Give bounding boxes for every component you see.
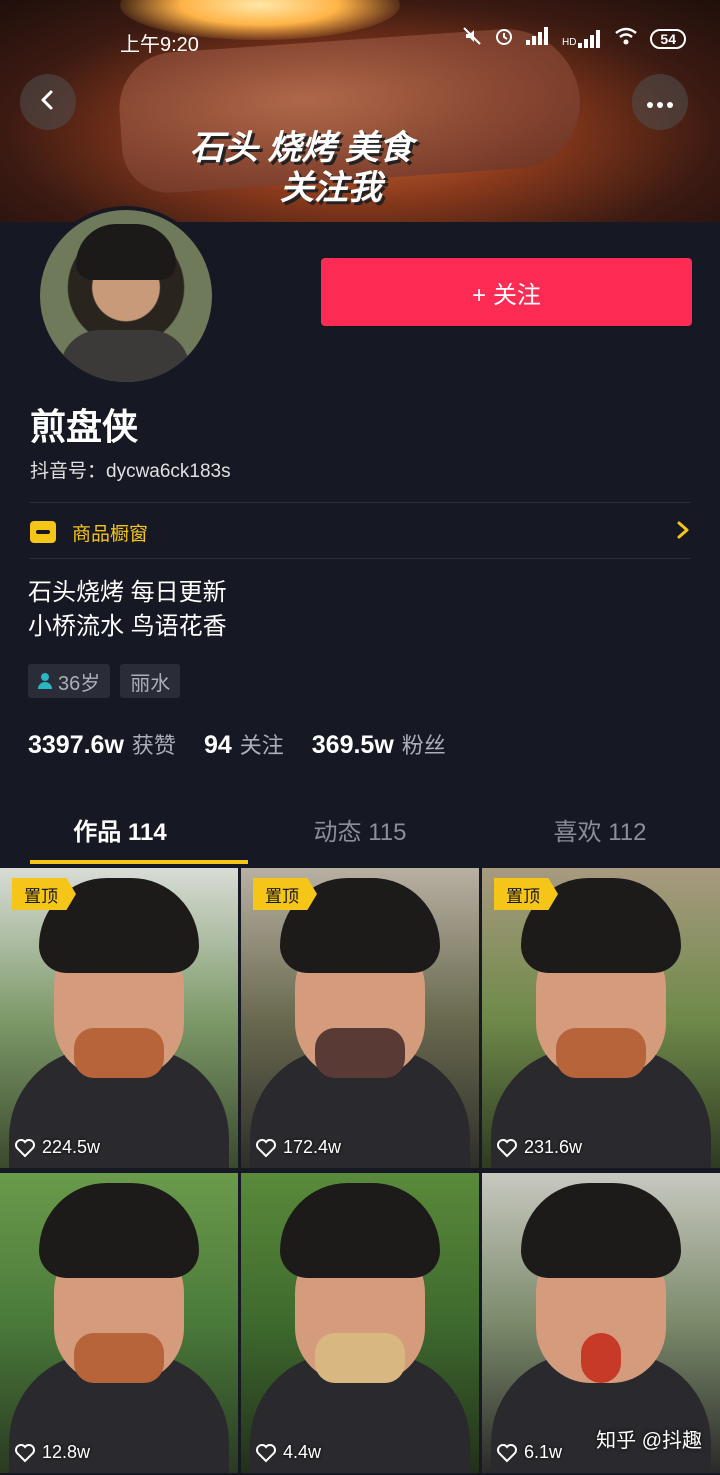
status-time: 上午9:20 <box>120 34 199 56</box>
likes-count: 224.5w <box>42 1137 101 1157</box>
more-dots-icon <box>646 89 674 115</box>
video-likes: 4.4w <box>255 1442 321 1463</box>
video-likes: 172.4w <box>255 1137 341 1158</box>
chevron-right-icon <box>676 519 690 545</box>
tab-likes[interactable]: 喜欢 112 <box>480 808 720 864</box>
heart-icon <box>256 1138 276 1157</box>
video-likes: 6.1w <box>496 1442 562 1463</box>
active-tab-indicator <box>30 860 248 864</box>
heart-icon <box>497 1443 517 1462</box>
location-value: 丽水 <box>130 672 171 695</box>
chevron-left-icon <box>37 89 59 116</box>
banner-line-1: 石头 烧烤 美食 <box>190 129 413 167</box>
heart-icon <box>256 1443 276 1462</box>
follow-button[interactable]: + 关注 <box>321 258 692 326</box>
thumbnail-food <box>315 1333 405 1383</box>
profile-tags: 36岁 丽水 <box>28 664 181 698</box>
tab-activity[interactable]: 动态 115 <box>240 808 480 864</box>
douyin-id: 抖音号：dycwa6ck183s <box>30 461 231 482</box>
avatar[interactable] <box>36 206 216 386</box>
watermark: 知乎 @抖趣 <box>596 1430 702 1452</box>
thumbnail-food <box>74 1028 164 1078</box>
profile-name: 煎盘侠 <box>30 406 139 447</box>
status-icons: HD 54 <box>462 26 686 51</box>
more-options-button[interactable] <box>632 74 688 130</box>
followers-label[interactable]: 粉丝 <box>402 728 446 760</box>
wifi-icon <box>614 27 638 50</box>
location-tag: 丽水 <box>120 664 181 698</box>
likes-label: 获赞 <box>131 733 176 758</box>
video-thumbnail[interactable]: 4.4w <box>241 1173 479 1473</box>
video-thumbnail[interactable]: 置顶 231.6w <box>482 868 720 1168</box>
video-grid: 置顶 224.5w 置顶 172.4w 置顶 231.6w 12.8w 4.4w… <box>0 868 720 1473</box>
content-tabs: 作品 114 动态 115 喜欢 112 <box>0 808 720 864</box>
age-tag: 36岁 <box>28 664 111 698</box>
video-thumbnail[interactable]: 置顶 172.4w <box>241 868 479 1168</box>
likes-count: 6.1w <box>524 1442 563 1462</box>
back-button[interactable] <box>20 74 76 130</box>
alarm-icon <box>494 26 514 51</box>
followers-count[interactable]: 369.5w <box>312 731 394 760</box>
heart-icon <box>15 1443 35 1462</box>
thumbnail-food <box>556 1028 646 1078</box>
profile-bio: 石头烧烤 每日更新 小桥流水 鸟语花香 <box>28 576 227 644</box>
shop-icon <box>30 521 56 543</box>
video-thumbnail[interactable]: 置顶 224.5w <box>0 868 238 1168</box>
heart-icon <box>497 1138 517 1157</box>
pinned-badge: 置顶 <box>12 878 76 910</box>
signal-icon <box>525 27 550 50</box>
banner-line-2: 关注我 <box>280 169 382 207</box>
tab-works[interactable]: 作品 114 <box>0 808 240 864</box>
pinned-badge: 置顶 <box>253 878 317 910</box>
status-bar: 上午9:20 HD 54 <box>0 22 720 56</box>
heart-icon <box>15 1138 35 1157</box>
following-label[interactable]: 关注 <box>240 728 284 760</box>
network-label: HD <box>561 36 577 48</box>
avatar-shirt <box>60 330 190 382</box>
bio-line: 石头烧烤 每日更新 <box>28 579 227 606</box>
profile-stats: 3397.6w 获赞 94 关注 369.5w 粉丝 <box>28 728 474 760</box>
video-likes: 231.6w <box>496 1137 582 1158</box>
likes-count: 3397.6w <box>28 731 124 759</box>
pinned-badge: 置顶 <box>494 878 558 910</box>
video-likes: 224.5w <box>14 1137 100 1158</box>
likes-count: 12.8w <box>42 1442 91 1462</box>
thumbnail-food <box>581 1333 621 1383</box>
mute-icon <box>462 26 482 51</box>
shop-window-label: 商品橱窗 <box>72 523 149 545</box>
video-likes: 12.8w <box>14 1442 90 1463</box>
age-value: 36岁 <box>58 672 101 695</box>
avatar-hair <box>76 224 176 280</box>
bio-line: 小桥流水 鸟语花香 <box>28 613 227 640</box>
video-thumbnail[interactable]: 12.8w <box>0 1173 238 1473</box>
thumbnail-food <box>315 1028 405 1078</box>
person-icon <box>38 673 52 689</box>
battery-indicator: 54 <box>650 28 686 49</box>
banner-title: 石头 烧烤 美食 关注我 <box>190 128 413 208</box>
divider <box>30 558 690 559</box>
divider <box>30 502 690 503</box>
likes-count: 172.4w <box>283 1137 342 1157</box>
likes-count: 231.6w <box>524 1137 583 1157</box>
following-count[interactable]: 94 <box>204 731 232 760</box>
thumbnail-food <box>74 1333 164 1383</box>
signal-hd-icon: HD <box>561 29 602 48</box>
shop-window-entry[interactable]: 商品橱窗 <box>30 515 690 549</box>
likes-count: 4.4w <box>283 1442 322 1462</box>
